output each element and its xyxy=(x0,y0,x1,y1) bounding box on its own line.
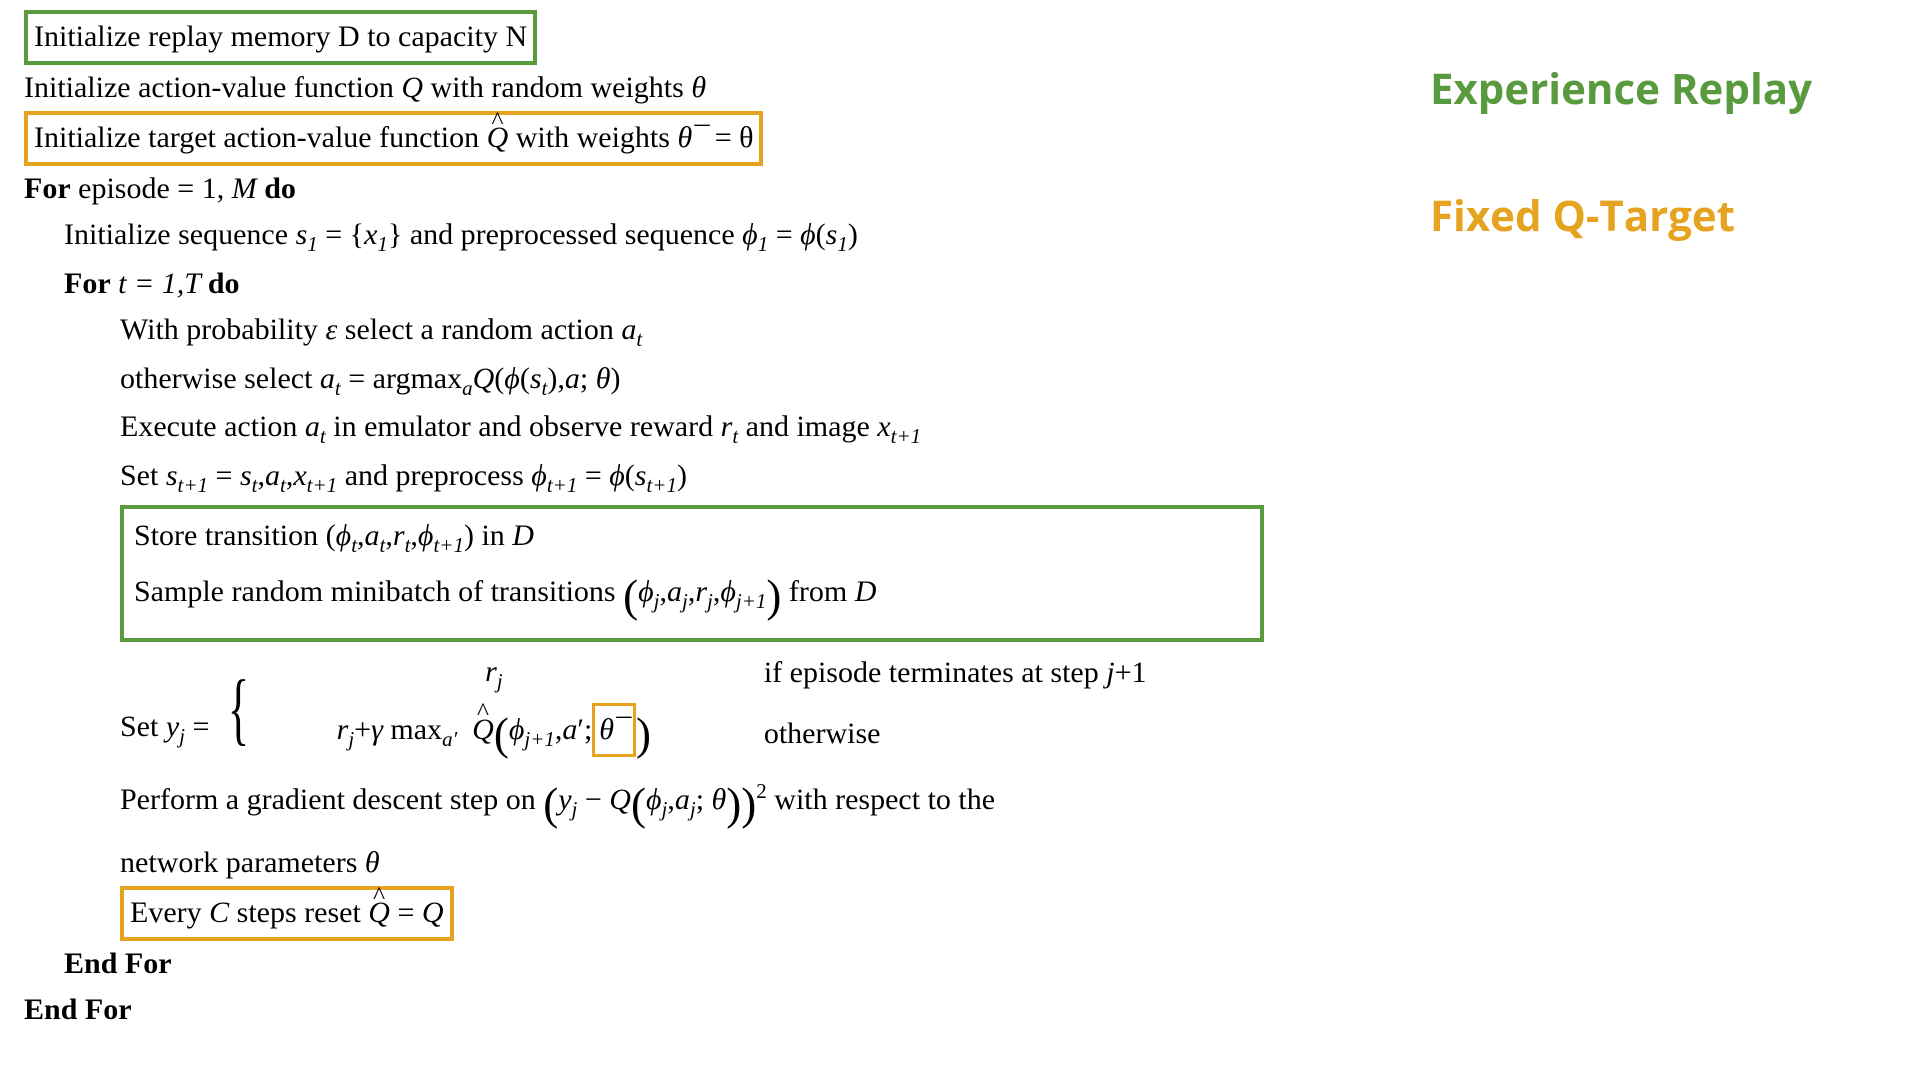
line-init-replay-memory: Initialize replay memory D to capacity N xyxy=(24,10,537,65)
algorithm-text: Initialize replay memory D to capacity N… xyxy=(24,10,1264,1034)
line-otherwise-argmax: otherwise select at = argmaxaQ(ϕ(st),a; … xyxy=(120,356,1264,405)
legend-fixed-q-target: Fixed Q-Target xyxy=(1430,187,1850,244)
line-end-for-inner: End For xyxy=(64,941,1264,988)
legend: Experience Replay Fixed Q-Target xyxy=(1430,60,1850,244)
line-execute: Execute action at in emulator and observ… xyxy=(120,404,1264,453)
line-init-target-q: Initialize target action-value function … xyxy=(24,111,763,166)
line-sample-minibatch: Sample random minibatch of transitions (… xyxy=(134,562,1250,632)
line-store-transition: Store transition (ϕt,at,rt,ϕt+1) in D xyxy=(134,513,1250,562)
box-experience-replay-steps: Store transition (ϕt,at,rt,ϕt+1) in D Sa… xyxy=(120,505,1264,641)
line-network-params: network parameters θ xyxy=(120,840,1264,887)
line-set-yj: Set yj = { rj if episode terminates at s… xyxy=(120,648,1264,771)
line-reset-target: Every C steps reset Q = Q xyxy=(120,886,454,941)
line-init-q: Initialize action-value function Q with … xyxy=(24,65,1264,112)
algorithm-slide: Experience Replay Fixed Q-Target Initial… xyxy=(0,0,1920,1080)
line-init-sequence: Initialize sequence s1 = {x1} and prepro… xyxy=(64,212,1264,261)
theta-minus-highlight: θ¯ xyxy=(592,703,636,757)
line-gradient-step: Perform a gradient descent step on (yj −… xyxy=(120,770,1264,840)
line-end-for-outer: End For xyxy=(24,987,1264,1034)
line-set-st1: Set st+1 = st,at,xt+1 and preprocess ϕt+… xyxy=(120,453,1264,502)
line-for-t: For t = 1,T do xyxy=(64,261,1264,308)
line-epsilon: With probability ε select a random actio… xyxy=(120,307,1264,356)
line-for-episode: For episode = 1, M do xyxy=(24,166,1264,213)
legend-experience-replay: Experience Replay xyxy=(1430,60,1850,117)
